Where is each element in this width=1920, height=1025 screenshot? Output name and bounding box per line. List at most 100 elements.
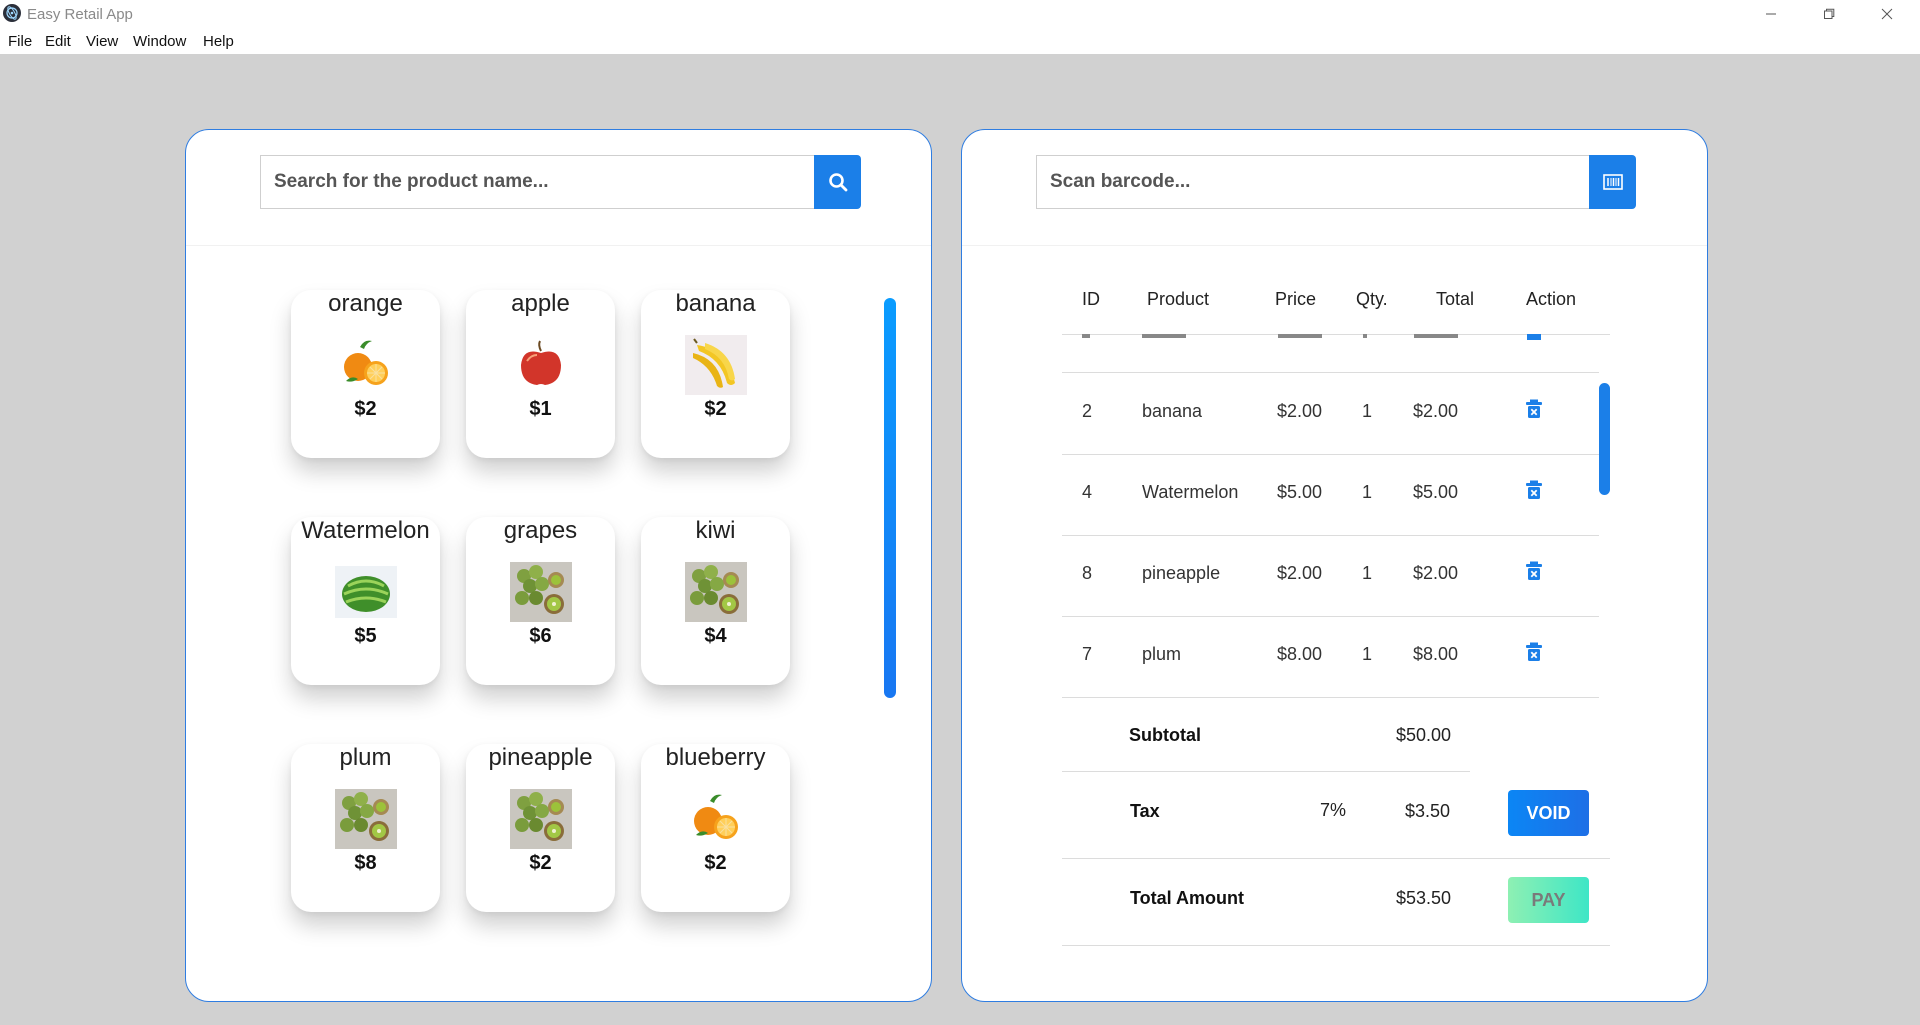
cell-product: pineapple (1142, 563, 1221, 583)
product-card-plum[interactable]: plum $8 (291, 744, 440, 912)
subtotal-row: Subtotal $50.00 (1062, 697, 1470, 772)
cell-qty: 1 (1362, 482, 1373, 502)
window-title: Easy Retail App (27, 6, 133, 23)
cell-product: plum (1142, 644, 1182, 664)
barcode-bar (962, 130, 1707, 246)
product-name: pineapple (488, 744, 593, 771)
column-header-total: Total (1436, 289, 1475, 309)
product-panel: orange $2 apple (185, 129, 932, 1002)
watermelon-icon (334, 561, 398, 623)
minimize-icon (1766, 13, 1776, 15)
barcode-input[interactable] (1036, 155, 1589, 209)
void-button[interactable]: VOID (1508, 790, 1589, 836)
product-name: orange (328, 290, 403, 317)
restore-icon (1824, 8, 1835, 19)
product-card-orange[interactable]: orange $2 (291, 290, 440, 458)
product-price: $5 (354, 625, 377, 647)
minimize-button[interactable] (1742, 0, 1800, 28)
table-row: 7 plum $8.00 1 $8.00 (1062, 616, 1599, 698)
app-logo-icon (3, 4, 21, 22)
product-grid-scrollbar[interactable] (884, 298, 896, 698)
product-price: $2 (704, 398, 727, 420)
delete-item-button[interactable] (1525, 561, 1545, 583)
cell-total: $8.00 (1413, 644, 1459, 664)
product-card-watermelon[interactable]: Watermelon $5 (291, 517, 440, 685)
barcode-scan-button[interactable] (1589, 155, 1636, 209)
total-amount-label: Total Amount (1130, 888, 1244, 908)
menu-view[interactable]: View (86, 33, 118, 50)
cell-product: Watermelon (1142, 482, 1239, 502)
menu-edit[interactable]: Edit (45, 33, 71, 50)
product-card-kiwi[interactable]: kiwi $4 (641, 517, 790, 685)
total-amount-value: $53.50 (1396, 888, 1452, 908)
cell-price: $5.00 (1277, 482, 1323, 502)
barcode-icon (1602, 174, 1623, 190)
product-price: $2 (354, 398, 377, 420)
delete-item-button[interactable] (1525, 399, 1545, 421)
product-card-pineapple[interactable]: pineapple $2 (466, 744, 615, 912)
product-name: kiwi (695, 517, 736, 544)
cell-qty: 1 (1362, 644, 1373, 664)
product-card-banana[interactable]: banana $2 (641, 290, 790, 458)
product-name: grapes (503, 517, 578, 544)
grapes-kiwi-icon (334, 788, 398, 850)
cell-total: $5.00 (1413, 482, 1459, 502)
tax-value: $3.50 (1405, 801, 1451, 821)
cart-table-scrollbar[interactable] (1599, 383, 1610, 495)
product-name: plum (339, 744, 392, 771)
product-card-blueberry[interactable]: blueberry $2 (641, 744, 790, 912)
table-row (1062, 334, 1599, 373)
product-price: $8 (354, 852, 377, 874)
column-header-action: Action (1526, 289, 1577, 309)
restore-button[interactable] (1800, 0, 1858, 28)
cell-price: $2.00 (1277, 563, 1323, 583)
product-card-grapes[interactable]: grapes $6 (466, 517, 615, 685)
cell-id: 8 (1082, 563, 1093, 583)
grapes-kiwi-icon (509, 788, 573, 850)
cell-total: $2.00 (1413, 401, 1459, 421)
clipped-row-remnant (1082, 334, 1541, 340)
cell-qty: 1 (1362, 401, 1373, 421)
tax-label: Tax (1130, 801, 1160, 821)
menu-window[interactable]: Window (133, 33, 186, 50)
orange-icon (334, 334, 398, 396)
subtotal-value: $50.00 (1396, 725, 1452, 745)
cart-panel: ID Product Price Qty. Total Action 2 ban… (961, 129, 1708, 1002)
orange-icon (684, 788, 748, 850)
delete-item-button[interactable] (1525, 642, 1545, 664)
product-price: $1 (529, 398, 552, 420)
delete-item-button[interactable] (1525, 480, 1545, 502)
table-row: 8 pineapple $2.00 1 $2.00 (1062, 535, 1599, 617)
cell-total: $2.00 (1413, 563, 1459, 583)
trash-icon (1526, 642, 1542, 661)
column-header-qty: Qty. (1356, 289, 1388, 309)
product-price: $4 (704, 625, 727, 647)
product-search-input[interactable] (260, 155, 814, 209)
cell-id: 2 (1082, 401, 1093, 421)
column-header-id: ID (1082, 289, 1100, 309)
product-name: Watermelon (301, 517, 430, 544)
close-icon (1881, 8, 1893, 20)
trash-icon (1526, 561, 1542, 580)
close-button[interactable] (1858, 0, 1916, 28)
trash-icon (1526, 399, 1542, 418)
column-header-price: Price (1275, 289, 1317, 309)
product-name: banana (675, 290, 756, 317)
pay-button[interactable]: PAY (1508, 877, 1589, 923)
menu-bar: File Edit View Window Help (0, 28, 1920, 54)
product-card-apple[interactable]: apple $1 (466, 290, 615, 458)
subtotal-label: Subtotal (1129, 725, 1201, 745)
cell-price: $2.00 (1277, 401, 1323, 421)
table-row: 4 Watermelon $5.00 1 $5.00 (1062, 454, 1599, 536)
product-name: apple (511, 290, 570, 317)
menu-file[interactable]: File (8, 33, 32, 50)
product-search-button[interactable] (814, 155, 861, 209)
menu-help[interactable]: Help (203, 33, 234, 50)
column-header-product: Product (1147, 289, 1210, 309)
product-name: blueberry (665, 744, 766, 771)
cell-price: $8.00 (1277, 644, 1323, 664)
cell-id: 7 (1082, 644, 1093, 664)
grapes-kiwi-icon (684, 561, 748, 623)
banana-icon (684, 334, 748, 396)
product-price: $2 (529, 852, 552, 874)
